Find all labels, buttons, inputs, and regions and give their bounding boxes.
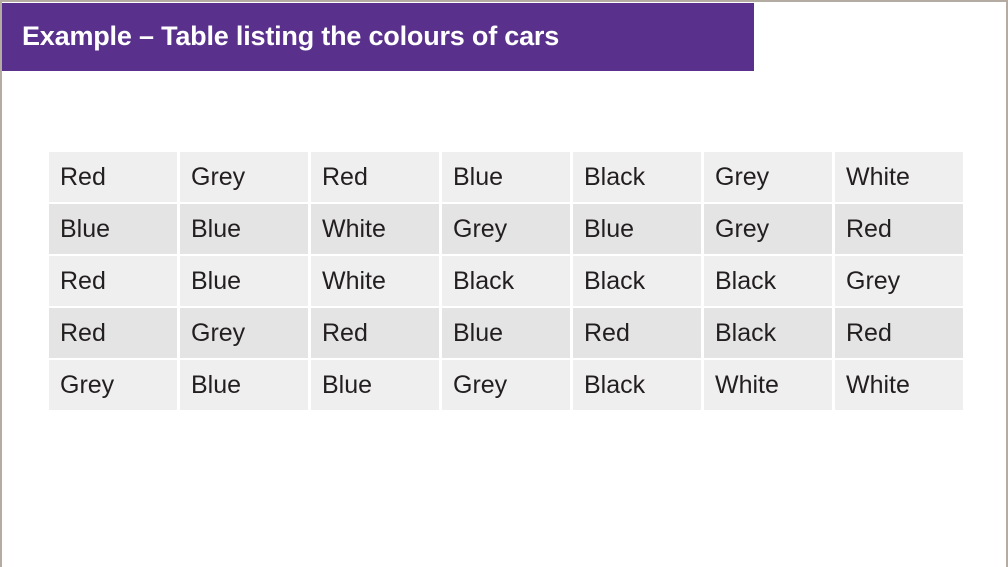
car-colours-table-body: Red Grey Red Blue Black Grey White Blue … (49, 152, 963, 410)
table-cell: Grey (704, 152, 832, 202)
table-cell: Blue (180, 204, 308, 254)
table-row: Red Grey Red Blue Black Grey White (49, 152, 963, 202)
table-cell: Grey (49, 360, 177, 410)
table-cell: Red (835, 308, 963, 358)
table-cell: Red (49, 152, 177, 202)
table-cell: White (835, 360, 963, 410)
table-cell: Blue (573, 204, 701, 254)
table-cell: Blue (442, 152, 570, 202)
table-cell: Grey (180, 152, 308, 202)
table-cell: Black (704, 308, 832, 358)
page-title: Example – Table listing the colours of c… (22, 21, 560, 52)
table-cell: Blue (442, 308, 570, 358)
table-cell: Red (311, 308, 439, 358)
table-cell: White (835, 152, 963, 202)
table-row: Blue Blue White Grey Blue Grey Red (49, 204, 963, 254)
table-cell: Grey (180, 308, 308, 358)
table-row: Red Grey Red Blue Red Black Red (49, 308, 963, 358)
table-cell: White (311, 256, 439, 306)
title-banner: Example – Table listing the colours of c… (2, 3, 754, 71)
table-cell: Grey (835, 256, 963, 306)
table-cell: Blue (180, 360, 308, 410)
table-cell: Blue (311, 360, 439, 410)
table-cell: Red (311, 152, 439, 202)
table-cell: Red (573, 308, 701, 358)
car-colours-table: Red Grey Red Blue Black Grey White Blue … (46, 150, 966, 412)
table-cell: Red (49, 256, 177, 306)
table-row: Grey Blue Blue Grey Black White White (49, 360, 963, 410)
table-cell: White (311, 204, 439, 254)
table-cell: Black (573, 256, 701, 306)
table-cell: Grey (442, 204, 570, 254)
table-row: Red Blue White Black Black Black Grey (49, 256, 963, 306)
table-cell: Black (573, 360, 701, 410)
table-cell: Red (49, 308, 177, 358)
table-cell: Blue (180, 256, 308, 306)
table-cell: Black (573, 152, 701, 202)
table-cell: Grey (442, 360, 570, 410)
slide-canvas: Example – Table listing the colours of c… (0, 0, 1008, 567)
table-cell: Grey (704, 204, 832, 254)
table-cell: Black (704, 256, 832, 306)
table-cell: White (704, 360, 832, 410)
table-cell: Red (835, 204, 963, 254)
table-cell: Black (442, 256, 570, 306)
table-cell: Blue (49, 204, 177, 254)
